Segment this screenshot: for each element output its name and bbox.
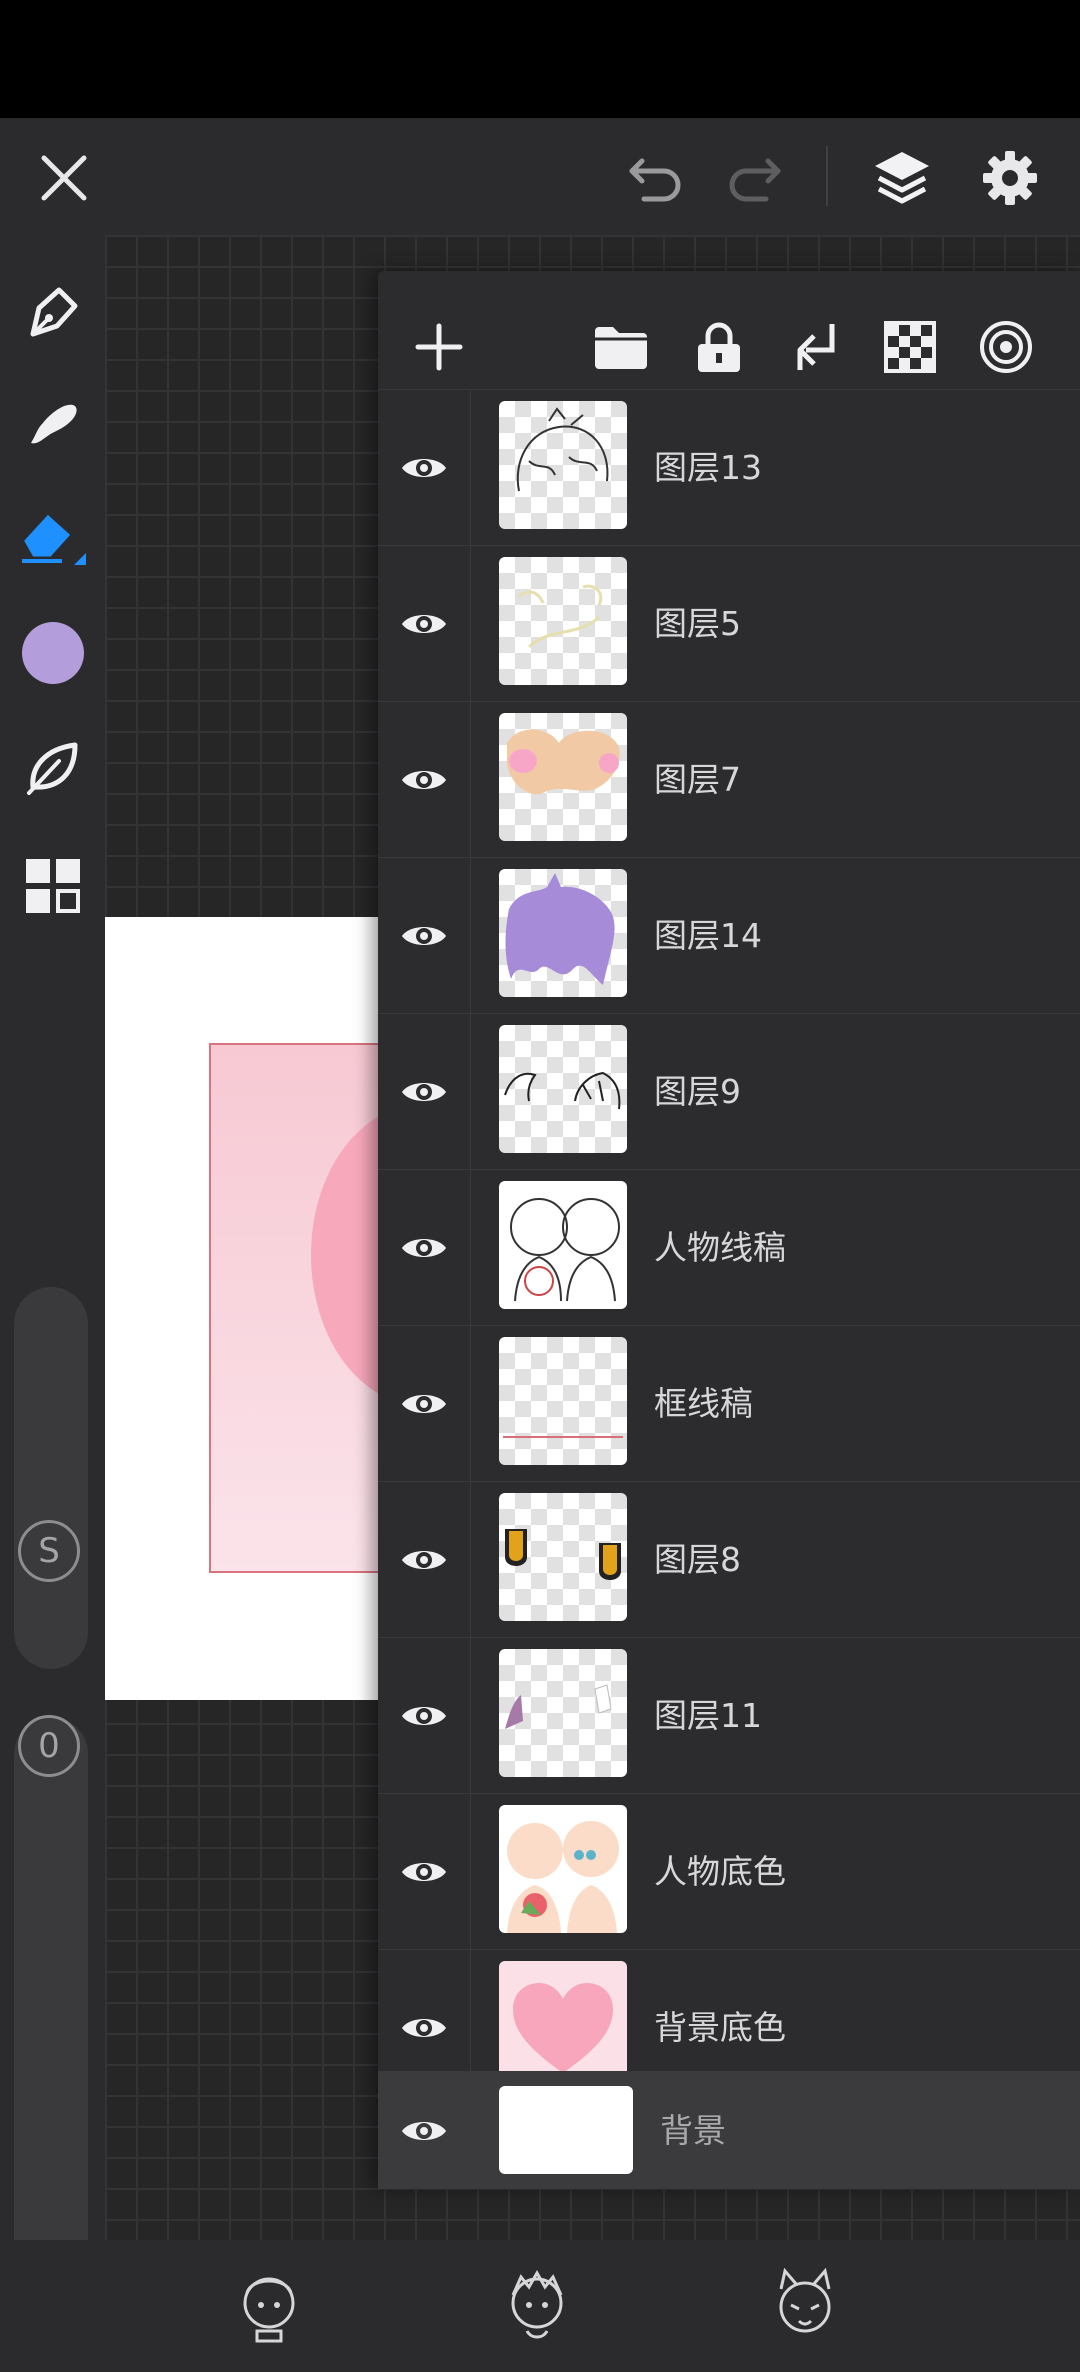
undo-icon[interactable]	[606, 128, 706, 228]
color-swatch[interactable]	[0, 603, 105, 703]
layer-row[interactable]: 图层8	[378, 1481, 1080, 1637]
layer-row[interactable]: 图层9	[378, 1013, 1080, 1169]
layer-name: 人物线稿	[654, 1228, 786, 1267]
layer-name: 图层5	[654, 604, 741, 643]
grid-icon[interactable]	[0, 836, 105, 936]
layer-thumbnail	[499, 1493, 627, 1621]
avatar-2[interactable]	[492, 2260, 582, 2350]
layer-thumbnail	[499, 1181, 627, 1309]
bottom-bar	[0, 2240, 1080, 2372]
layer-row[interactable]: 图层11	[378, 1637, 1080, 1793]
layer-thumbnail	[499, 1805, 627, 1933]
layer-row[interactable]: 人物线稿	[378, 1169, 1080, 1325]
layer-row-selected[interactable]: 背景	[378, 2071, 1080, 2189]
brush-size-label: S	[18, 1520, 80, 1582]
layers-icon[interactable]	[852, 128, 952, 228]
layer-row[interactable]: 图层13	[378, 389, 1080, 545]
canvas-artwork[interactable]	[105, 917, 389, 1700]
layer-thumbnail	[499, 557, 627, 685]
visibility-eye-icon[interactable]	[378, 702, 471, 857]
layer-name: 图层11	[654, 1696, 762, 1735]
artwork-pink-frame	[209, 1043, 389, 1573]
top-toolbar	[0, 118, 1080, 235]
redo-icon[interactable]	[704, 128, 804, 228]
layer-name: 图层8	[654, 1540, 741, 1579]
gear-icon[interactable]	[960, 128, 1060, 228]
eraser-icon[interactable]	[0, 485, 105, 585]
layer-thumbnail	[499, 1961, 627, 2089]
close-icon[interactable]	[14, 128, 114, 228]
target-icon[interactable]	[966, 307, 1046, 387]
layer-thumbnail	[499, 401, 627, 529]
layer-name: 图层9	[654, 1072, 741, 1111]
visibility-eye-icon[interactable]	[378, 1170, 471, 1325]
leaf-icon[interactable]	[0, 717, 105, 817]
layer-name: 框线稿	[654, 1384, 753, 1423]
layer-row[interactable]: 图层5	[378, 545, 1080, 701]
layer-thumbnail	[499, 2086, 633, 2174]
visibility-eye-icon[interactable]	[378, 1326, 471, 1481]
visibility-eye-icon[interactable]	[378, 1794, 471, 1949]
layer-row[interactable]: 框线稿	[378, 1325, 1080, 1481]
layer-name: 图层14	[654, 916, 762, 955]
visibility-eye-icon[interactable]	[378, 858, 471, 1013]
folder-icon[interactable]	[581, 307, 661, 387]
layer-thumbnail	[499, 869, 627, 997]
opacity-label: 0	[18, 1715, 80, 1777]
visibility-eye-icon[interactable]	[378, 1014, 471, 1169]
layer-thumbnail	[499, 1337, 627, 1465]
layer-thumbnail	[499, 1649, 627, 1777]
add-icon[interactable]	[399, 307, 479, 387]
avatar-3[interactable]	[760, 2260, 850, 2350]
layer-name: 人物底色	[654, 1852, 786, 1891]
transparency-icon[interactable]	[870, 307, 950, 387]
layers-panel: 图层13 图层5 图层7 图层14 图层9 人物线稿 框线稿 图层8 图层11 …	[378, 271, 1080, 2189]
avatar-1[interactable]	[224, 2260, 314, 2350]
brush-size-slider[interactable]	[14, 1287, 88, 1669]
layer-name: 背景	[660, 2111, 726, 2150]
pen-icon[interactable]	[0, 262, 105, 362]
layer-thumbnail	[499, 713, 627, 841]
layer-name: 图层13	[654, 448, 762, 487]
layer-row[interactable]: 人物底色	[378, 1793, 1080, 1949]
toolbar-divider	[826, 146, 828, 206]
layer-row[interactable]: 图层7	[378, 701, 1080, 857]
visibility-eye-icon[interactable]	[378, 1638, 471, 1793]
left-tool-sidebar: S 0	[0, 235, 105, 2334]
visibility-eye-icon[interactable]	[378, 1482, 471, 1637]
layer-thumbnail	[499, 1025, 627, 1153]
layer-row[interactable]: 图层14	[378, 857, 1080, 1013]
merge-down-icon[interactable]	[776, 307, 856, 387]
visibility-eye-icon[interactable]	[378, 390, 471, 545]
layer-name: 图层7	[654, 760, 741, 799]
visibility-eye-icon[interactable]	[378, 546, 471, 701]
status-bar	[0, 0, 1080, 118]
lock-icon[interactable]	[679, 307, 759, 387]
visibility-eye-icon[interactable]	[378, 2072, 470, 2189]
smudge-icon[interactable]	[0, 373, 105, 473]
